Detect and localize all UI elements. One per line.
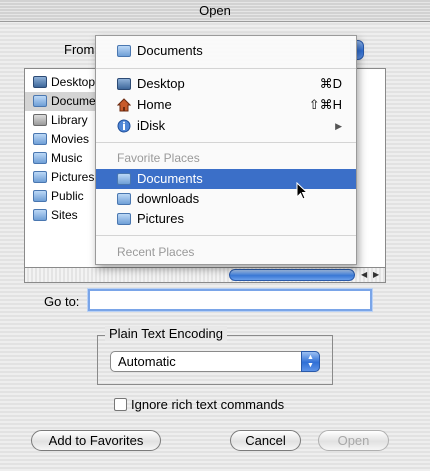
menu-separator [96, 235, 356, 236]
home-icon [116, 98, 132, 112]
browser-item-sites[interactable]: Sites [25, 206, 95, 225]
folder-icon [33, 95, 47, 107]
ignore-rich-text-checkbox[interactable] [114, 398, 127, 411]
menu-item-desktop[interactable]: Desktop ⌘D [96, 74, 356, 94]
scrollbar-thumb[interactable] [229, 269, 355, 281]
browser-item-documents[interactable]: Documents [25, 92, 95, 111]
browser-item-music[interactable]: Music [25, 149, 95, 168]
menu-item-favorite-documents[interactable]: Documents [96, 169, 356, 189]
shortcut-label: ⌘D [319, 76, 342, 91]
updown-arrows-icon: ▲ ▼ [301, 351, 320, 372]
mouse-pointer-icon [296, 181, 309, 203]
open-button[interactable]: Open [318, 430, 389, 451]
encoding-group-title: Plain Text Encoding [105, 326, 227, 341]
menu-item-favorite-downloads[interactable]: downloads [96, 189, 356, 209]
from-popup-menu[interactable]: Documents Desktop ⌘D Home ⇧⌘H iDisk ▶ Fa… [95, 35, 357, 265]
menu-item-favorite-pictures[interactable]: Pictures [96, 209, 356, 229]
add-to-favorites-button[interactable]: Add to Favorites [31, 430, 161, 451]
folder-icon [117, 173, 131, 185]
cancel-button[interactable]: Cancel [230, 430, 301, 451]
folder-icon [33, 190, 47, 202]
submenu-arrow-icon: ▶ [335, 121, 342, 131]
scroll-right-arrow[interactable]: ▶ [373, 268, 379, 282]
browser-item-movies[interactable]: Movies [25, 130, 95, 149]
encoding-select[interactable]: Automatic ▲ ▼ [110, 351, 320, 372]
browser-item-public[interactable]: Public [25, 187, 95, 206]
menu-item-current-documents[interactable]: Documents [96, 41, 356, 61]
menu-item-idisk[interactable]: iDisk ▶ [96, 116, 356, 136]
folder-icon [117, 213, 131, 225]
folder-icon [33, 152, 47, 164]
folder-icon [33, 133, 47, 145]
shortcut-label: ⇧⌘H [308, 97, 342, 112]
recent-places-header: Recent Places [117, 245, 195, 259]
goto-input[interactable] [88, 289, 372, 311]
folder-icon [117, 193, 131, 205]
ignore-rich-text-label: Ignore rich text commands [131, 397, 285, 412]
horizontal-scrollbar[interactable]: ◀ ▶ [24, 268, 386, 283]
menu-separator [96, 68, 356, 69]
browser-item-pictures[interactable]: Pictures [25, 168, 95, 187]
folder-icon [33, 171, 47, 183]
browser-item-desktop[interactable]: Desktop [25, 73, 95, 92]
idisk-icon [117, 119, 131, 133]
goto-label: Go to: [44, 294, 80, 309]
ignore-rich-text-row[interactable]: Ignore rich text commands [114, 397, 284, 412]
folder-icon [117, 45, 131, 57]
menu-item-home[interactable]: Home ⇧⌘H [96, 95, 356, 115]
folder-icon [33, 209, 47, 221]
desktop-icon [33, 76, 47, 88]
scroll-left-arrow[interactable]: ◀ [361, 268, 367, 282]
from-label: From: [64, 42, 98, 57]
favorites-header: Favorite Places [117, 151, 200, 165]
menu-separator [96, 142, 356, 143]
desktop-icon [117, 78, 131, 90]
encoding-select-value: Automatic [118, 354, 176, 369]
browser-item-library[interactable]: Library [25, 111, 95, 130]
window-title: Open [0, 0, 430, 22]
library-icon [33, 114, 47, 126]
